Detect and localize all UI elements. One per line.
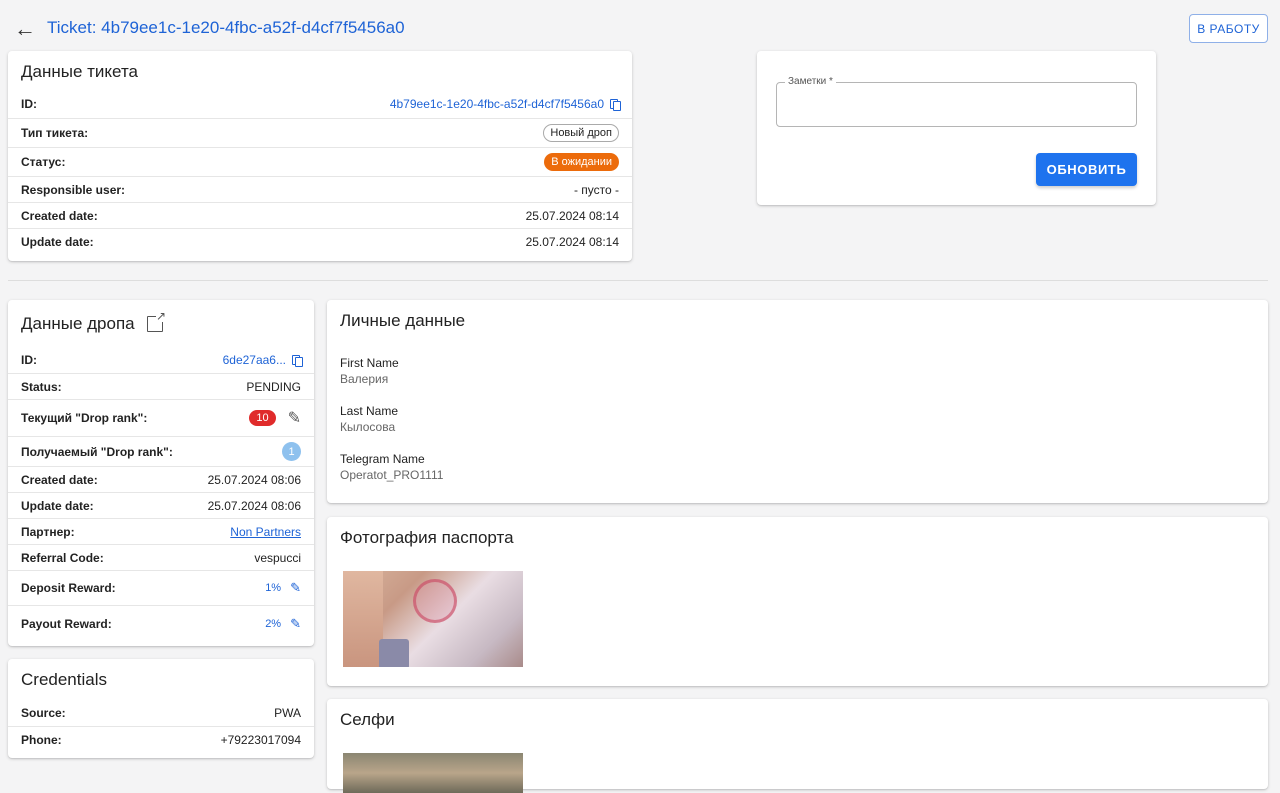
created-date-value: 25.07.2024 08:14 — [525, 208, 619, 223]
drop-row-id: ID: 6de27aa6... — [8, 347, 314, 374]
drop-updated-value: 25.07.2024 08:06 — [207, 498, 301, 513]
page-title: Ticket: 4b79ee1c-1e20-4fbc-a52f-d4cf7f54… — [47, 18, 405, 37]
responsible-label: Responsible user: — [21, 182, 126, 197]
ticket-type-chip: Новый дроп — [543, 124, 619, 142]
next-rank-label: Получаемый "Drop rank": — [21, 444, 173, 459]
drop-row-payout: Payout Reward: 2% ✎ — [8, 606, 314, 641]
edit-pencil-icon[interactable]: ✎ — [290, 616, 301, 632]
update-date-value: 25.07.2024 08:14 — [525, 235, 619, 249]
phone-value: +79223017094 — [220, 733, 301, 747]
ticket-card-title: Данные тикета — [21, 62, 138, 81]
passport-photo-image[interactable] — [343, 571, 523, 667]
take-to-work-button[interactable]: В РАБОТУ — [1189, 14, 1268, 43]
payout-reward-value: 2% — [265, 617, 282, 630]
drop-created-label: Created date: — [21, 472, 98, 487]
deposit-reward-label: Deposit Reward: — [21, 581, 116, 595]
drop-card-title: Данные дропа — [21, 314, 135, 333]
ticket-row-status: Статус: В ожидании — [8, 148, 632, 177]
section-divider — [8, 280, 1268, 281]
passport-photo-title: Фотография паспорта — [340, 528, 514, 547]
ticket-type-label: Тип тикета: — [21, 126, 89, 140]
ticket-row-responsible: Responsible user: - пусто - — [8, 177, 632, 203]
update-date-label: Update date: — [21, 235, 94, 249]
drop-id-value[interactable]: 6de27aa6... — [223, 353, 286, 367]
credentials-title: Credentials — [21, 670, 107, 689]
first-name-label: First Name — [340, 356, 399, 370]
edit-pencil-icon[interactable]: ✎ — [290, 580, 301, 596]
credentials-row-source: Source: PWA — [8, 700, 314, 727]
next-rank-badge: 1 — [282, 442, 301, 461]
selfie-card: Селфи — [327, 699, 1268, 793]
drop-row-partner: Партнер: Non Partners — [8, 519, 314, 545]
drop-status-value: PENDING — [246, 379, 301, 394]
selfie-title: Селфи — [340, 710, 395, 729]
copy-icon[interactable] — [610, 99, 621, 111]
drop-row-created: Created date: 25.07.2024 08:06 — [8, 467, 314, 493]
telegram-name-value: Operatot_PRO1111 — [340, 468, 444, 482]
ticket-row-type: Тип тикета: Новый дроп — [8, 119, 632, 148]
drop-row-updated: Update date: 25.07.2024 08:06 — [8, 493, 314, 519]
drop-id-label: ID: — [21, 353, 37, 367]
drop-updated-label: Update date: — [21, 498, 94, 513]
update-button[interactable]: ОБНОВИТЬ — [1036, 153, 1137, 186]
selfie-image[interactable] — [343, 753, 523, 793]
open-external-icon[interactable] — [147, 310, 166, 332]
notes-card: Заметки * ОБНОВИТЬ — [757, 51, 1156, 205]
back-arrow-icon[interactable]: ← — [14, 18, 36, 40]
source-label: Source: — [21, 706, 66, 720]
drop-card: Данные дропа ID: 6de27aa6... Status: PEN… — [8, 300, 314, 646]
ticket-id-value[interactable]: 4b79ee1c-1e20-4fbc-a52f-d4cf7f5456a0 — [390, 97, 604, 111]
current-rank-label: Текущий "Drop rank": — [21, 411, 148, 425]
drop-row-deposit: Deposit Reward: 1% ✎ — [8, 571, 314, 606]
ticket-row-updated: Update date: 25.07.2024 08:14 — [8, 229, 632, 255]
drop-created-value: 25.07.2024 08:06 — [207, 472, 301, 487]
ticket-row-created: Created date: 25.07.2024 08:14 — [8, 203, 632, 229]
last-name-label: Last Name — [340, 404, 399, 418]
telegram-name-label: Telegram Name — [340, 452, 425, 466]
ticket-card: Данные тикета ID: 4b79ee1c-1e20-4fbc-a52… — [8, 51, 632, 261]
drop-row-current-rank: Текущий "Drop rank": 10 ✎ — [8, 400, 314, 437]
credentials-row-phone: Phone: +79223017094 — [8, 727, 314, 753]
ticket-id-label: ID: — [21, 97, 37, 111]
created-date-label: Created date: — [21, 208, 98, 223]
ticket-row-id: ID: 4b79ee1c-1e20-4fbc-a52f-d4cf7f5456a0 — [8, 90, 632, 119]
copy-icon[interactable] — [292, 355, 303, 367]
notes-label: Заметки * — [785, 76, 836, 87]
last-name-value: Кылосова — [340, 420, 396, 434]
status-badge: В ожидании — [544, 153, 619, 171]
page-header: ← Ticket: 4b79ee1c-1e20-4fbc-a52f-d4cf7f… — [0, 0, 1280, 56]
partner-label: Партнер: — [21, 524, 75, 539]
ticket-status-label: Статус: — [21, 155, 66, 169]
first-name-value: Валерия — [340, 372, 389, 386]
drop-row-status: Status: PENDING — [8, 374, 314, 400]
drop-status-label: Status: — [21, 379, 62, 394]
phone-label: Phone: — [21, 733, 62, 747]
personal-data-title: Личные данные — [340, 311, 466, 330]
deposit-reward-value: 1% — [265, 582, 282, 594]
responsible-value: - пусто - — [573, 182, 619, 197]
personal-data-card: Личные данные First Name Валерия Last Na… — [327, 300, 1268, 503]
current-rank-badge: 10 — [249, 410, 276, 426]
drop-row-referral: Referral Code: vespucci — [8, 545, 314, 571]
partner-link[interactable]: Non Partners — [230, 525, 301, 539]
passport-photo-card: Фотография паспорта — [327, 517, 1268, 686]
source-value: PWA — [274, 706, 301, 720]
referral-code-label: Referral Code: — [21, 550, 104, 565]
edit-pencil-icon[interactable]: ✎ — [288, 408, 301, 428]
drop-row-next-rank: Получаемый "Drop rank": 1 — [8, 437, 314, 467]
notes-field[interactable]: Заметки * — [776, 76, 1137, 127]
payout-reward-label: Payout Reward: — [21, 616, 112, 631]
referral-code-value: vespucci — [254, 550, 301, 565]
credentials-card: Credentials Source: PWA Phone: +79223017… — [8, 659, 314, 758]
